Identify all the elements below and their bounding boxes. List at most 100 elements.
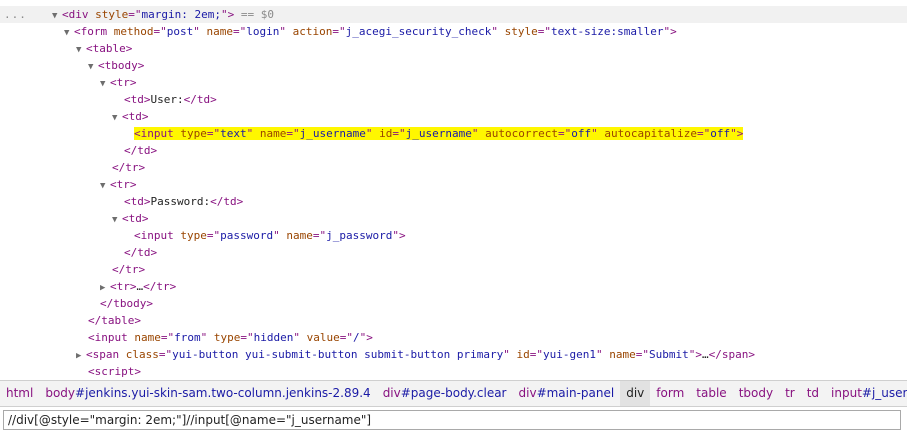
tag-bracket: > (125, 42, 133, 55)
dom-node-row[interactable]: ▶ <span class="yui-button yui-submit-butt… (0, 346, 907, 363)
attribute-name: name (286, 229, 313, 242)
breadcrumb-selector: #page-body.clear (400, 386, 507, 400)
tag-bracket: > (141, 110, 149, 123)
attribute-name: style (95, 8, 129, 21)
collapsed-ellipsis: … (702, 348, 709, 361)
closing-tag: </tr> (112, 161, 146, 174)
tag-bracket: > (137, 59, 145, 72)
tag-name: <span (86, 348, 120, 361)
closing-tag: </td> (183, 93, 217, 106)
dom-node-row[interactable]: </td> (0, 142, 907, 159)
dom-node-row[interactable]: ▼ <tr> (0, 176, 907, 193)
attribute-name: id (516, 348, 530, 361)
tag-bracket: > (129, 280, 137, 293)
tag-name: <input (134, 229, 174, 242)
closing-tag: </tbody> (100, 297, 153, 310)
breadcrumb-item-div[interactable]: div (620, 381, 651, 406)
breadcrumb-tag: tbody (738, 386, 774, 400)
dom-node-row[interactable]: <script> (0, 363, 907, 380)
attribute-quote: =" (286, 127, 300, 140)
text-node: User: (150, 93, 184, 106)
xpath-search-input[interactable] (3, 410, 901, 430)
attribute-quote: " (730, 127, 737, 140)
dom-node-markup: <input name="from" type="hidden" value="… (88, 329, 373, 346)
attribute-value: Submit (649, 348, 689, 361)
node-actions-ellipsis-icon[interactable]: ... (4, 6, 27, 23)
breadcrumb-item-div[interactable]: div#main-panel (513, 381, 621, 406)
tag-bracket: > (670, 25, 677, 38)
dom-node-markup: </td> (124, 244, 157, 261)
breadcrumb-item-td[interactable]: td (801, 381, 825, 406)
dom-node-row[interactable]: </tbody> (0, 295, 907, 312)
attribute-value: j_username (405, 127, 472, 140)
tag-name: <td> (124, 93, 151, 106)
tag-name: <form (74, 25, 108, 38)
attribute-name: class (125, 348, 159, 361)
attribute-quote: " (591, 127, 598, 140)
highlighted-match: <input type="text" name="j_username" id=… (134, 127, 744, 140)
tag-name: <tr (110, 280, 130, 293)
attribute-quote: " (596, 348, 603, 361)
attribute-name: name (206, 25, 234, 38)
breadcrumb-item-div[interactable]: div#page-body.clear (377, 381, 513, 406)
dom-node-row[interactable]: ▼ <td> (0, 108, 907, 125)
dom-node-row[interactable]: <td>Password:</td> (0, 193, 907, 210)
attribute-quote: =" (332, 25, 346, 38)
breadcrumb-tag: div (382, 386, 401, 400)
dom-node-row[interactable]: ▶ <tr>…</tr> (0, 278, 907, 295)
dom-node-row[interactable]: <input name="from" type="hidden" value="… (0, 329, 907, 346)
attribute-name: type (180, 127, 207, 140)
dom-node-row[interactable]: ... ▼ <div style="margin: 2em;"> == $0 (0, 6, 907, 23)
breadcrumb-item-html[interactable]: html (0, 381, 39, 406)
dom-node-row[interactable]: ▼ <form method="post" name="login" action… (0, 23, 907, 40)
tag-name: <div (62, 8, 89, 21)
attribute-name: id (379, 127, 393, 140)
dom-tree[interactable]: ... ▼ <div style="margin: 2em;"> == $0 ▼ <fo… (0, 0, 907, 380)
attribute-value: margin: 2em; (141, 8, 221, 21)
attribute-quote: =" (240, 331, 254, 344)
attribute-value: off (571, 127, 592, 140)
dom-node-row[interactable]: ▼ <tr> (0, 74, 907, 91)
closing-tag: </td> (124, 246, 158, 259)
dom-node-row[interactable]: ▼ <td> (0, 210, 907, 227)
breadcrumb-item-input[interactable]: input#j_username (825, 381, 907, 406)
dom-node-row[interactable]: </table> (0, 312, 907, 329)
breadcrumb-item-form[interactable]: form (650, 381, 690, 406)
dom-node-row[interactable]: ▼ <table> (0, 40, 907, 57)
dom-node-row[interactable]: </td> (0, 244, 907, 261)
dom-node-row[interactable]: ▼ <tbody> (0, 57, 907, 74)
dom-node-row[interactable]: <input type="password" name="j_password"… (0, 227, 907, 244)
dom-node-row[interactable]: <td>User:</td> (0, 91, 907, 108)
tag-name: <input (88, 331, 128, 344)
tag-name: <td (122, 110, 142, 123)
breadcrumb-item-body[interactable]: body#jenkins.yui-skin-sam.two-column.jen… (39, 381, 376, 406)
closing-tag: </span> (708, 348, 755, 361)
breadcrumb-item-table[interactable]: table (690, 381, 732, 406)
breadcrumb-selector: #main-panel (536, 386, 615, 400)
attribute-value: / (353, 331, 360, 344)
tag-name: <table (86, 42, 126, 55)
breadcrumb-item-tbody[interactable]: tbody (733, 381, 779, 406)
attribute-name: autocapitalize (604, 127, 698, 140)
attribute-quote: =" (312, 229, 327, 242)
breadcrumb-selector: #jenkins.yui-skin-sam.two-column.jenkins… (75, 386, 371, 400)
closing-tag: </tr> (143, 280, 177, 293)
attribute-quote: " (293, 331, 300, 344)
breadcrumb-tag: html (6, 386, 34, 400)
attribute-name: action (292, 25, 333, 38)
attribute-name: name (259, 127, 287, 140)
tag-name: <tr (110, 178, 130, 191)
attribute-quote: " (273, 229, 280, 242)
breadcrumb-item-tr[interactable]: tr (779, 381, 801, 406)
dom-node-row[interactable]: </tr> (0, 261, 907, 278)
attribute-quote: =" (206, 127, 221, 140)
dom-node-row[interactable]: <input type="text" name="j_username" id=… (0, 125, 907, 142)
dom-node-row[interactable]: </tr> (0, 159, 907, 176)
attribute-value: from (174, 331, 201, 344)
